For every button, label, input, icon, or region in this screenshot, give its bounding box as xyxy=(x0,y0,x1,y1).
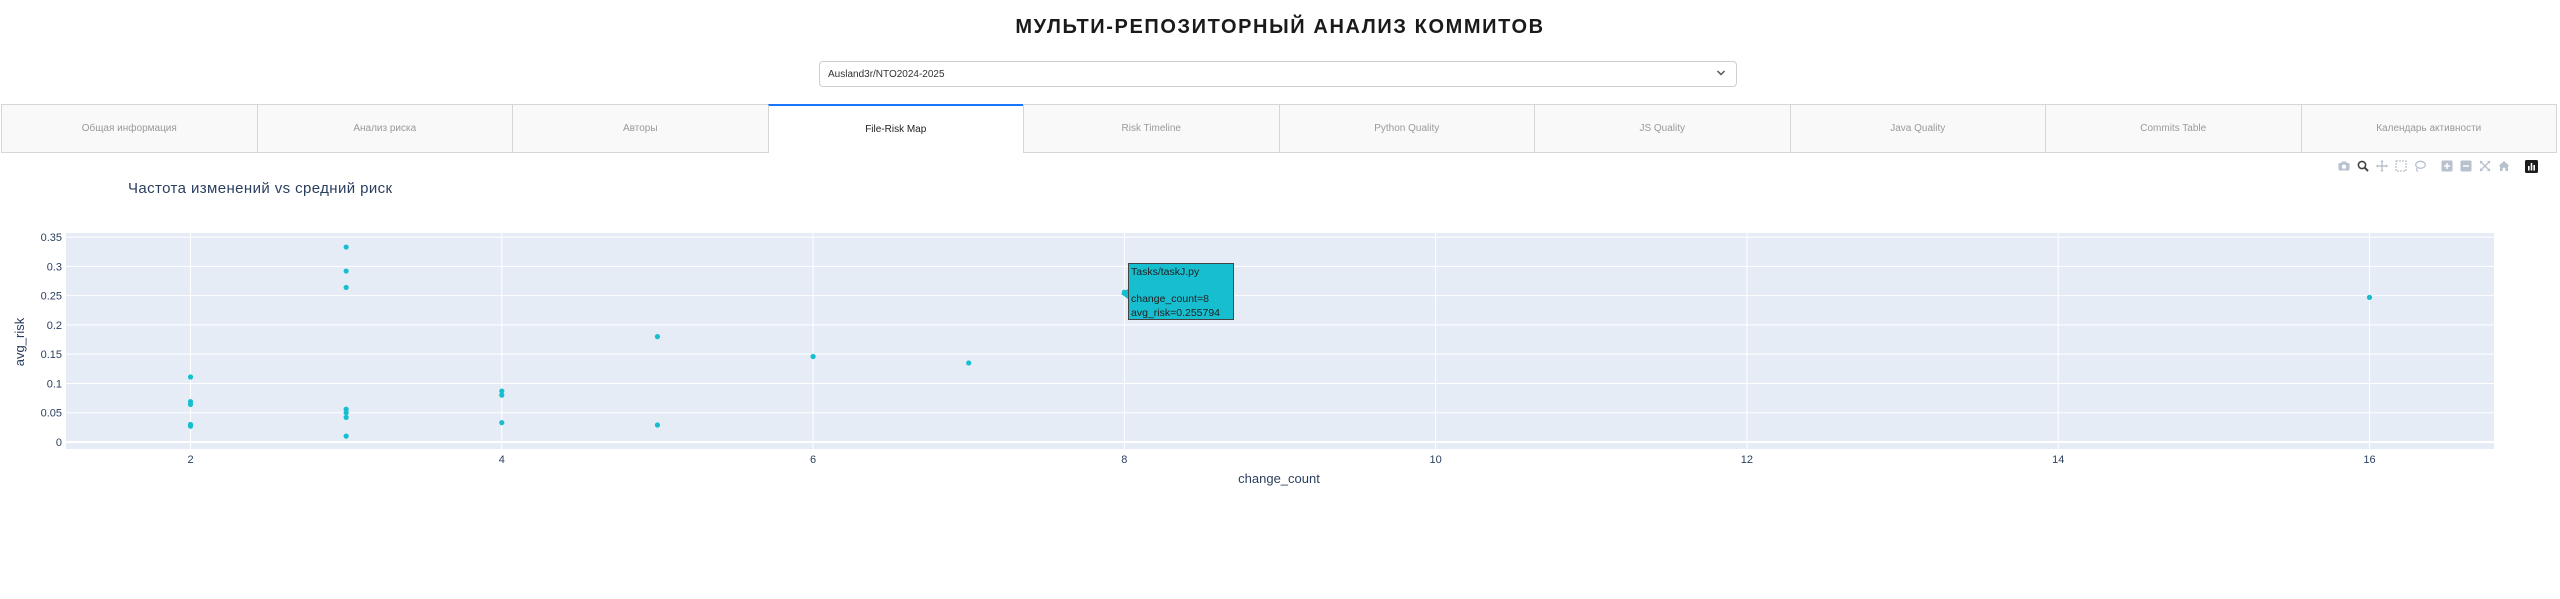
y-tick-label: 0.2 xyxy=(47,320,62,332)
scatter-point[interactable] xyxy=(343,284,349,291)
tooltip-avg-risk: avg_risk=0.255794 xyxy=(1131,306,1221,319)
y-tick-label: 0.3 xyxy=(47,261,62,273)
x-tick-label: 14 xyxy=(2052,454,2064,466)
scatter-point[interactable] xyxy=(499,392,505,398)
y-axis-title: avg_risk xyxy=(12,317,27,366)
scatter-point[interactable] xyxy=(343,410,349,416)
scatter-point[interactable] xyxy=(343,268,349,274)
y-tick-label: 0.25 xyxy=(41,291,62,303)
scatter-point[interactable] xyxy=(966,360,972,366)
x-tick-label: 8 xyxy=(1121,454,1127,466)
scatter-point[interactable] xyxy=(654,422,661,428)
y-tick-label: 0.1 xyxy=(47,378,62,390)
x-tick-label: 16 xyxy=(2363,454,2375,466)
y-tick-label: 0.15 xyxy=(41,349,62,361)
scatter-point[interactable] xyxy=(654,334,661,340)
y-tick-label: 0 xyxy=(56,437,62,449)
scatter-point[interactable] xyxy=(187,423,194,429)
scatter-point[interactable] xyxy=(187,374,194,380)
x-tick-label: 6 xyxy=(810,454,816,466)
y-tick-labels: 0 0.05 0.1 0.15 0.2 0.25 0.3 0.35 xyxy=(41,232,62,449)
x-tick-label: 12 xyxy=(1741,454,1753,466)
scatter-chart: 2 4 6 8 10 12 14 16 00.050.10.150.20.250.30.35 … xyxy=(12,232,2494,486)
x-tick-label: 2 xyxy=(187,454,193,466)
hover-tooltip-arrow xyxy=(1121,289,1128,299)
x-tick-label: 4 xyxy=(499,454,505,466)
tooltip-change-count: change_count=8 xyxy=(1131,293,1209,305)
scatter-point[interactable] xyxy=(2366,294,2373,300)
x-tick-labels: 2 4 6 8 10 12 14 16 xyxy=(187,454,2375,466)
x-axis-title: change_count xyxy=(1238,471,1320,486)
hover-tooltip: Tasks/taskJ.py change_count=8 avg_risk=0… xyxy=(1128,263,1234,320)
scatter-point[interactable] xyxy=(343,414,349,420)
scatter-point[interactable] xyxy=(343,244,349,250)
y-tick-label: 0.35 xyxy=(41,232,62,244)
plot-area[interactable] xyxy=(66,233,2494,449)
y-tick-label: 0.05 xyxy=(41,408,62,420)
scatter-point[interactable] xyxy=(499,420,505,426)
scatter-point[interactable] xyxy=(187,401,194,408)
tooltip-file: Tasks/taskJ.py xyxy=(1131,266,1200,278)
scatter-point[interactable] xyxy=(810,353,816,360)
scatter-point[interactable] xyxy=(343,433,349,439)
x-tick-label: 10 xyxy=(1430,454,1442,466)
